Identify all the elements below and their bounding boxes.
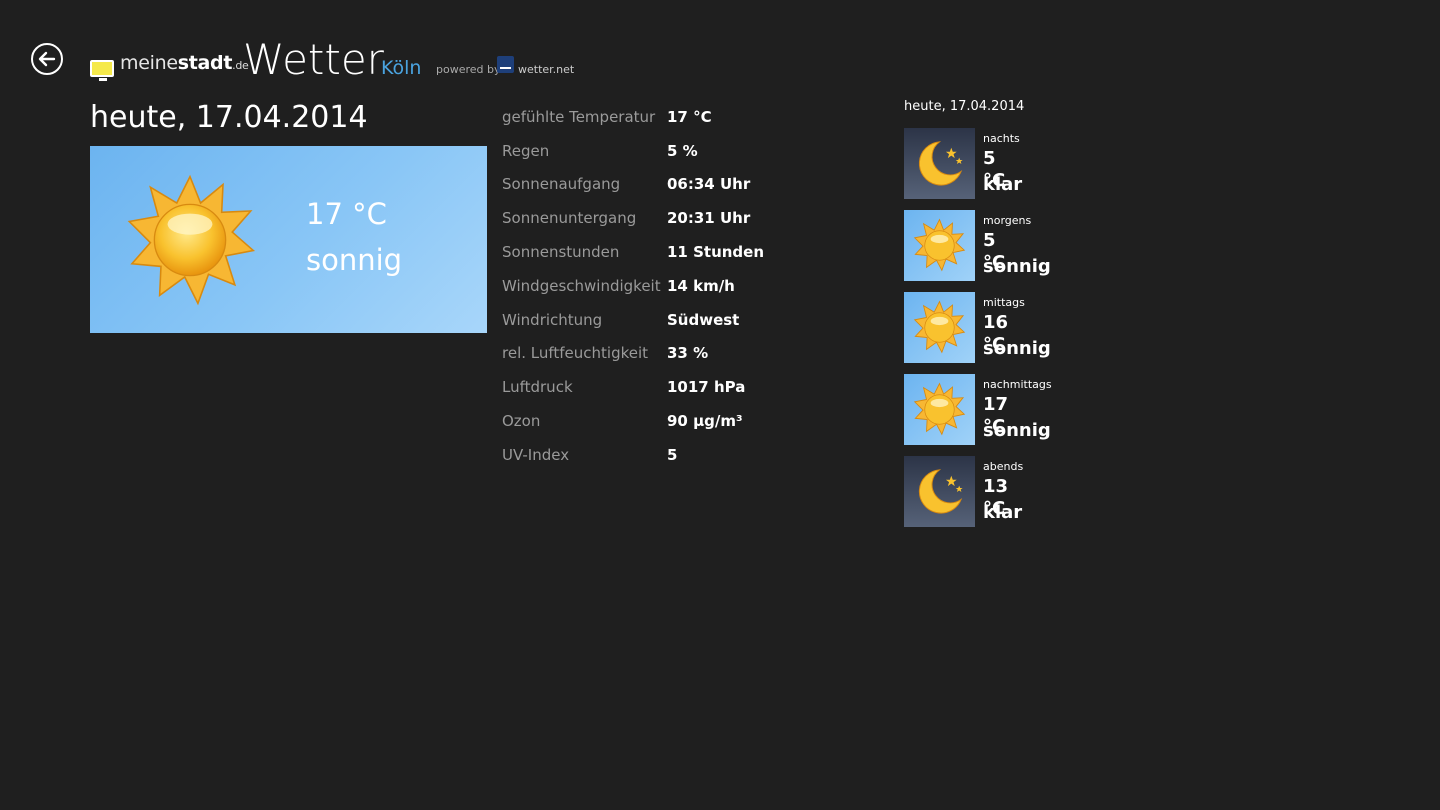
detail-row-wind-direction: Windrichtung Südwest [502, 303, 764, 337]
detail-label: Ozon [502, 412, 541, 431]
forecast-period: nachmittags [983, 378, 1052, 391]
detail-value: 5 [667, 445, 678, 464]
forecast-condition: sonnig [983, 256, 1051, 277]
city-name[interactable]: Köln [381, 56, 421, 80]
moon-icon [918, 469, 963, 514]
arrow-left-icon [38, 51, 56, 67]
screen-icon [90, 60, 114, 81]
forecast-condition: sonnig [983, 420, 1051, 441]
detail-row-sunset: Sonnenuntergang 20:31 Uhr [502, 201, 764, 235]
forecast-icon-tile [904, 374, 975, 445]
detail-row-humidity: rel. Luftfeuchtigkeit 33 % [502, 337, 764, 371]
sun-icon [913, 382, 966, 436]
detail-label: Sonnenstunden [502, 243, 620, 262]
forecast-period: morgens [983, 214, 1032, 227]
detail-value: 5 % [667, 141, 698, 160]
meinestadt-logo: meinestadt.de [90, 52, 249, 81]
forecast-condition: klar [983, 502, 1023, 523]
forecast-icon-tile [904, 292, 975, 363]
app-title: Wetter [243, 35, 384, 84]
back-button[interactable] [31, 43, 63, 75]
detail-label: Sonnenuntergang [502, 209, 637, 228]
detail-value: 17 °C [667, 107, 712, 126]
detail-value: 20:31 Uhr [667, 209, 751, 228]
forecast-heading: heute, 17.04.2014 [904, 99, 1025, 114]
detail-value: 33 % [667, 344, 709, 363]
wetter-net-logo-icon [497, 56, 514, 73]
detail-label: Windgeschwindigkeit [502, 276, 661, 295]
detail-value: 06:34 Uhr [667, 175, 751, 194]
detail-row-felt-temperature: gefühlte Temperatur 17 °C [502, 100, 764, 134]
forecast-period: abends [983, 460, 1024, 473]
detail-row-wind-speed: Windgeschwindigkeit 14 km/h [502, 269, 764, 303]
detail-value: 14 km/h [667, 276, 735, 295]
sun-icon [913, 300, 966, 354]
detail-row-uv-index: UV-Index 5 [502, 438, 764, 472]
moon-icon [918, 141, 963, 186]
detail-label: UV-Index [502, 445, 570, 464]
detail-value: 1017 hPa [667, 378, 746, 397]
today-temperature: 17 °C [306, 197, 387, 231]
forecast-period: nachts [983, 132, 1020, 145]
forecast-icon-tile [904, 128, 975, 199]
today-heading: heute, 17.04.2014 [90, 100, 368, 135]
today-weather-card: 17 °C sonnig [90, 146, 487, 333]
detail-label: Sonnenaufgang [502, 175, 621, 194]
detail-label: gefühlte Temperatur [502, 107, 656, 126]
forecast-condition: sonnig [983, 338, 1051, 359]
weather-details-table: gefühlte Temperatur 17 °C Regen 5 % Sonn… [502, 100, 764, 472]
forecast-icon-tile [904, 456, 975, 527]
detail-value: Südwest [667, 310, 740, 329]
detail-label: Regen [502, 141, 550, 160]
detail-row-pressure: Luftdruck 1017 hPa [502, 370, 764, 404]
detail-value: 11 Stunden [667, 243, 765, 262]
detail-value: 90 µg/m³ [667, 412, 743, 431]
powered-by-label: powered by [436, 63, 501, 76]
today-condition: sonnig [306, 243, 403, 277]
detail-label: Windrichtung [502, 310, 603, 329]
detail-row-rain: Regen 5 % [502, 134, 764, 168]
detail-label: Luftdruck [502, 378, 573, 397]
sun-icon [127, 174, 256, 306]
forecast-icon-tile [904, 210, 975, 281]
sun-icon [913, 218, 966, 272]
detail-row-ozone: Ozon 90 µg/m³ [502, 404, 764, 438]
forecast-condition: klar [983, 174, 1023, 195]
detail-label: rel. Luftfeuchtigkeit [502, 344, 649, 363]
provider-name: wetter.net [518, 63, 575, 76]
detail-row-sunrise: Sonnenaufgang 06:34 Uhr [502, 168, 764, 202]
forecast-period: mittags [983, 296, 1025, 309]
detail-row-sun-hours: Sonnenstunden 11 Stunden [502, 235, 764, 269]
